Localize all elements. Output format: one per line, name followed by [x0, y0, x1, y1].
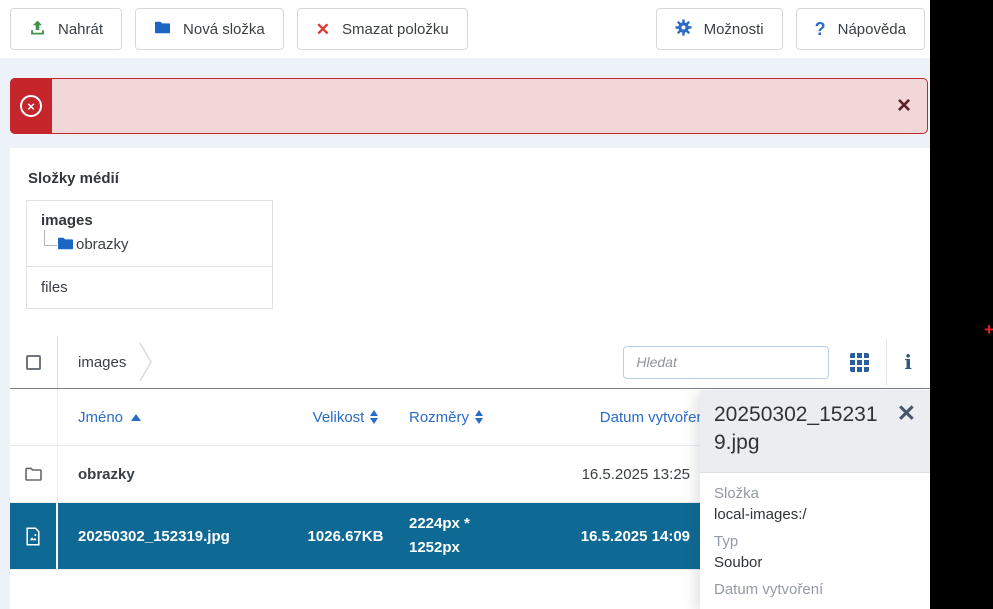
row-created: 16.5.2025 13:25	[513, 466, 723, 483]
new-folder-button[interactable]: Nová složka	[135, 8, 284, 50]
file-info-panel-body: Složka local-images:/ Typ Soubor Datum v…	[700, 473, 930, 608]
grid-view-icon	[850, 353, 869, 372]
delete-item-button-label: Smazat položku	[342, 21, 449, 38]
circle-x-icon: ×	[20, 95, 42, 117]
search-input[interactable]	[623, 346, 829, 379]
field-value-folder: local-images:/	[714, 506, 916, 523]
help-button-label: Nápověda	[838, 21, 906, 38]
folder-outline-icon	[24, 466, 43, 482]
file-info-panel: ✕ 20250302_152319.jpg Složka local-image…	[700, 390, 930, 609]
options-button[interactable]: Možnosti	[656, 8, 783, 50]
grid-view-button[interactable]	[850, 353, 869, 372]
table-header-name[interactable]: Jméno	[58, 409, 288, 426]
table-header-created[interactable]: Datum vytvoření	[513, 409, 723, 426]
tree-item-obrazky[interactable]: obrazky	[44, 230, 258, 254]
info-icon: i	[904, 350, 912, 374]
error-alert-badge: ×	[10, 78, 52, 134]
row-created: 16.5.2025 14:09	[513, 528, 723, 545]
top-toolbar: Nahrát Nová složka ✕ Smazat položku	[0, 0, 930, 58]
table-header-dimensions[interactable]: Rozměry	[403, 409, 513, 426]
close-icon[interactable]: ×	[897, 94, 911, 118]
red-plus-mark: +	[984, 320, 993, 340]
media-manager-page: Nahrát Nová složka ✕ Smazat položku	[0, 0, 993, 609]
row-name: 20250302_152319.jpg	[78, 528, 230, 545]
field-label-created: Datum vytvoření	[714, 581, 916, 598]
new-folder-button-label: Nová složka	[183, 21, 265, 38]
folders-section-title: Složky médií	[10, 148, 930, 187]
upload-button-label: Nahrát	[58, 21, 103, 38]
tree-item-obrazky-label: obrazky	[76, 236, 129, 253]
question-icon: ?	[815, 20, 826, 38]
select-all-checkbox[interactable]	[26, 355, 41, 370]
x-icon: ✕	[316, 21, 330, 38]
file-info-panel-header: ✕ 20250302_152319.jpg	[700, 390, 930, 473]
black-sidebar-strip	[930, 0, 993, 609]
row-dimensions: 2224px * 1252px	[403, 512, 513, 560]
upload-button[interactable]: Nahrát	[10, 8, 122, 50]
column-label-name: Jméno	[78, 409, 123, 426]
help-button[interactable]: ? Nápověda	[796, 8, 925, 50]
delete-item-button[interactable]: ✕ Smazat položku	[297, 8, 468, 50]
row-icon-cell	[10, 503, 58, 569]
info-button[interactable]: i	[904, 350, 930, 374]
chevron-right-icon	[138, 340, 154, 384]
breadcrumb[interactable]: images	[78, 354, 126, 371]
table-header-size[interactable]: Velikost	[288, 409, 403, 426]
column-label-size: Velikost	[313, 409, 365, 426]
folder-tree: images obrazky files	[26, 200, 273, 309]
column-label-dimensions: Rozměry	[409, 409, 469, 426]
row-name: obrazky	[78, 466, 135, 483]
error-alert-banner: × ×	[10, 78, 928, 134]
sort-icon	[475, 410, 483, 424]
folder-icon	[57, 236, 74, 251]
options-button-label: Možnosti	[704, 21, 764, 38]
folder-tree-images-section: images obrazky	[27, 201, 272, 266]
tree-item-files[interactable]: files	[27, 266, 272, 308]
image-file-icon	[25, 527, 41, 546]
field-label-folder: Složka	[714, 485, 916, 502]
select-all-cell	[10, 336, 58, 388]
upload-icon	[29, 19, 46, 40]
column-label-created: Datum vytvoření	[600, 409, 709, 426]
sort-asc-icon	[131, 414, 141, 421]
row-size: 1026.67KB	[288, 528, 403, 545]
field-label-type: Typ	[714, 533, 916, 550]
close-icon[interactable]: ✕	[897, 402, 916, 425]
row-icon-cell	[10, 446, 58, 502]
toolbar-divider	[886, 339, 887, 385]
tree-elbow-connector	[44, 230, 57, 246]
gear-icon	[675, 19, 692, 40]
browser-bar: images i	[10, 336, 930, 388]
file-info-title: 20250302_152319.jpg	[714, 403, 878, 454]
field-value-type: Soubor	[714, 554, 916, 571]
folder-icon	[154, 20, 171, 39]
sort-icon	[370, 410, 378, 424]
tree-item-images[interactable]: images	[41, 212, 258, 229]
table-header-icon-cell	[10, 389, 58, 445]
